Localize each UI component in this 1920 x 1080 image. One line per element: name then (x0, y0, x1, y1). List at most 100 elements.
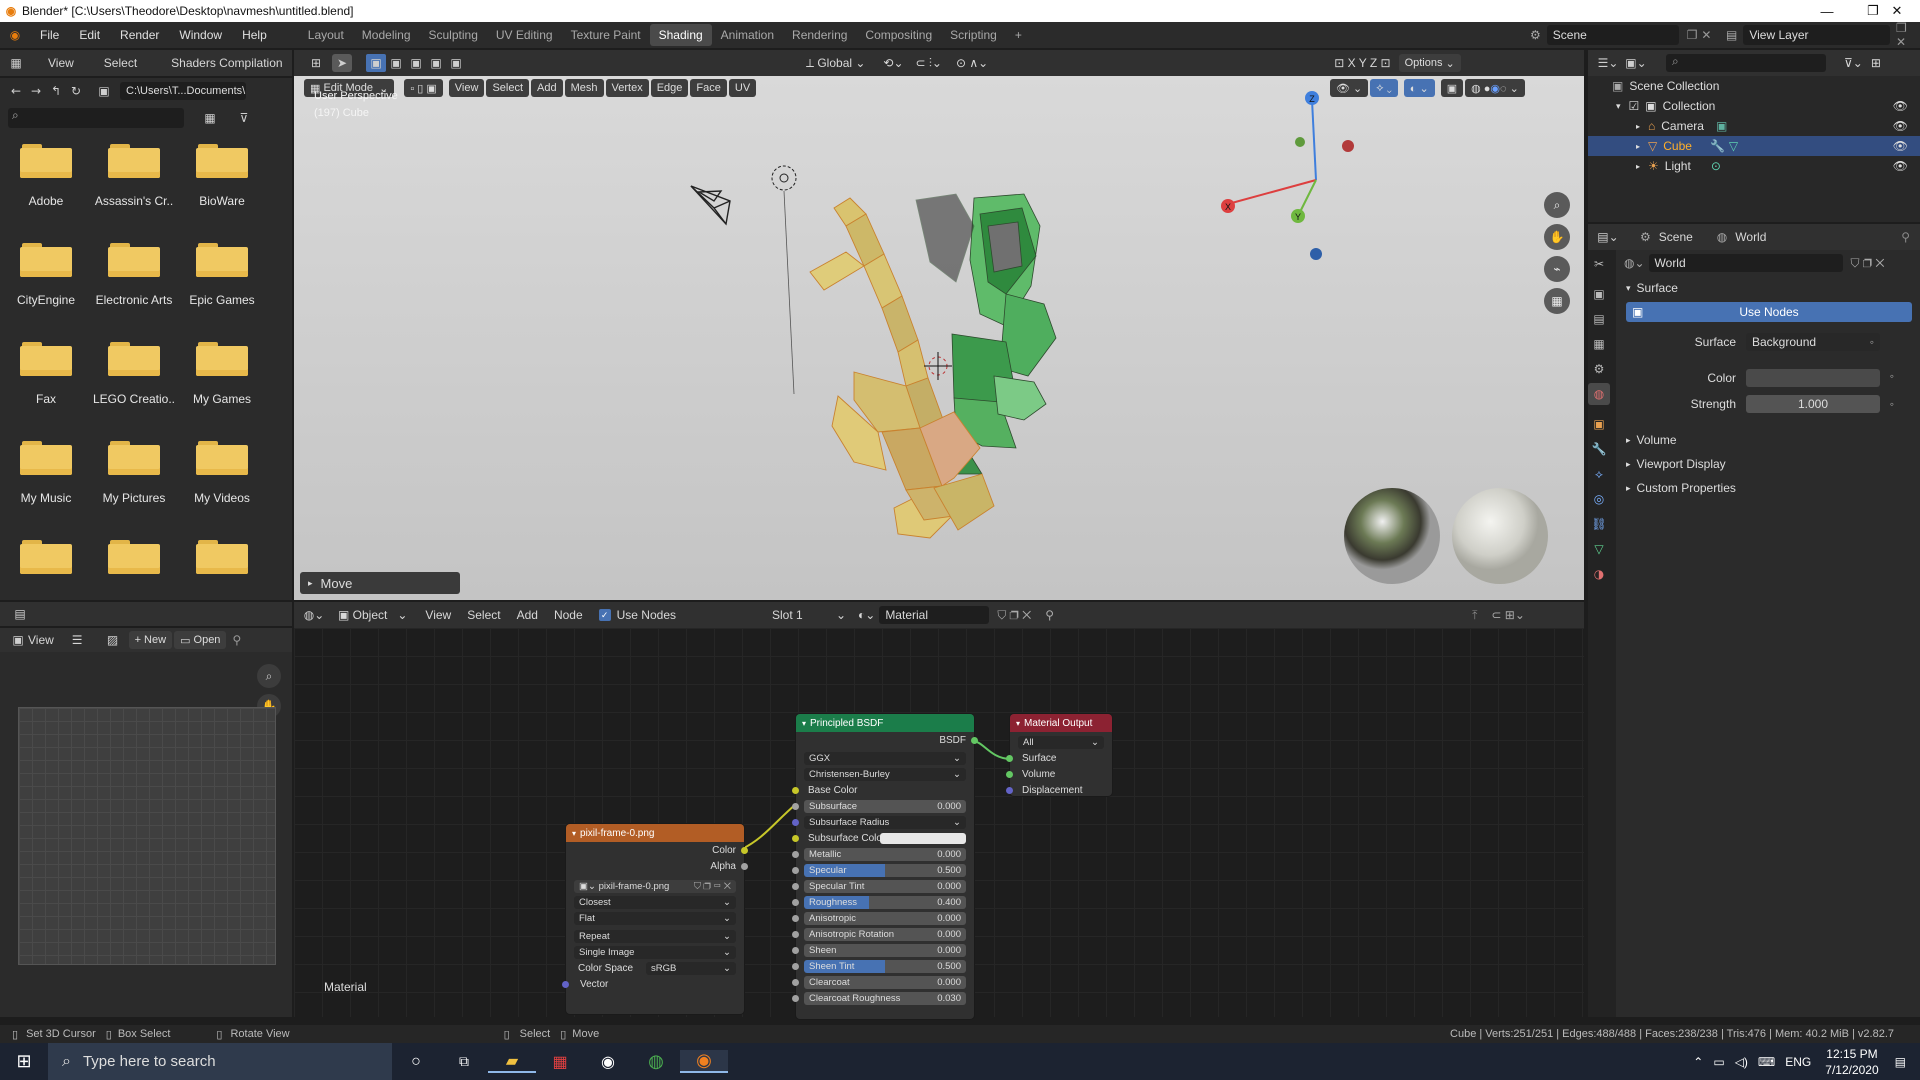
network-icon[interactable]: ▭ (1713, 1055, 1724, 1069)
editor-type-icon[interactable]: ☰⌄ (1598, 54, 1619, 72)
menu-edit[interactable]: Edit (69, 28, 110, 42)
parent-dir-icon[interactable]: ↰ (46, 82, 66, 100)
folder-item[interactable]: My Pictures (90, 429, 178, 528)
socket-base-color[interactable] (792, 786, 799, 794)
folder-item[interactable]: CityEngine (2, 231, 90, 330)
value-slider[interactable]: Subsurface 0.000 (804, 799, 966, 813)
filebrowser-search[interactable]: ⌕ (8, 108, 184, 128)
image-selector[interactable]: ▣⌄ pixil-frame-0.png ⛉ ❐ ▭ ✕ (566, 878, 744, 894)
modifier-tab-icon[interactable]: 🔧 (1588, 438, 1610, 460)
snap-icon[interactable]: ⊂ ⫶⌄ (916, 56, 942, 71)
node-header[interactable]: ▾ pixil-frame-0.png (566, 824, 744, 842)
outliner-collection[interactable]: ▾ ☑ ▣ Collection 👁 (1588, 96, 1920, 116)
particles-tab-icon[interactable]: ⟡ (1588, 463, 1610, 485)
use-nodes-toggle[interactable]: ✓ Use Nodes (598, 608, 676, 622)
expand-arrow-icon[interactable]: ▸ (1636, 122, 1640, 131)
material-output-node[interactable]: ▾ Material Output All ⌄ Surface Volume Dis… (1006, 714, 1112, 796)
folder-item[interactable]: Electronic Arts (90, 231, 178, 330)
last-operator-panel[interactable]: ▸ Move (300, 572, 460, 594)
pan-hand-icon[interactable]: ✋ (1544, 224, 1570, 250)
menu-file[interactable]: File (30, 28, 69, 42)
folder-item[interactable]: My Games (178, 330, 266, 429)
imageeditor-canvas[interactable]: ⌕ ✋ (0, 652, 292, 1017)
refresh-icon[interactable]: ↻ (66, 82, 86, 100)
new-collection-icon[interactable]: ⊞ (1871, 56, 1881, 70)
tab-modeling[interactable]: Modeling (353, 24, 420, 46)
socket-volume[interactable] (1006, 770, 1013, 778)
socket[interactable] (792, 850, 799, 858)
mirror-icons[interactable]: ⊡ X Y Z ⊡ (1334, 56, 1390, 70)
forward-icon[interactable]: → (26, 82, 46, 100)
world-actions-icons[interactable]: ⛉ ❐ ✕ (1851, 256, 1885, 271)
pin-icon[interactable]: ⚲ (1045, 608, 1054, 622)
value-slider[interactable]: Specular Tint 0.000 (804, 879, 966, 893)
value-slider[interactable]: Sheen 0.000 (804, 943, 966, 957)
socket[interactable] (792, 866, 799, 874)
tab-animation[interactable]: Animation (712, 24, 783, 46)
output-tab-icon[interactable]: ▤ (1588, 308, 1610, 330)
data-tab-icon[interactable]: ▽ (1588, 538, 1610, 560)
zoom-icon[interactable]: ⌕ (1544, 192, 1570, 218)
node-menu-add[interactable]: Add (517, 608, 538, 622)
use-nodes-button[interactable]: ▣ Use Nodes (1626, 302, 1912, 322)
taskbar-search[interactable]: ⌕ Type here to search (48, 1043, 392, 1080)
select-mode-invert-icon[interactable]: ▣ (426, 54, 446, 72)
value-slider[interactable]: Sheen Tint 0.500 (804, 959, 966, 973)
target-dropdown[interactable]: All ⌄ (1010, 734, 1112, 750)
folder-item[interactable]: My Videos (178, 429, 266, 528)
socket-vector[interactable] (562, 980, 569, 988)
task-view-icon[interactable]: ⧉ (440, 1053, 488, 1070)
menu-icon[interactable]: ☰ (72, 633, 83, 647)
visibility-eye-icon[interactable]: 👁 (1893, 159, 1908, 173)
node-header[interactable]: ▾ Principled BSDF (796, 714, 974, 732)
shader-type-selector[interactable]: ▣ Object ⌄ (338, 608, 407, 622)
display-mode-icon[interactable]: ▦ (200, 109, 220, 127)
socket-bsdf[interactable] (971, 736, 978, 744)
node-menu-select[interactable]: Select (467, 608, 500, 622)
surface-shader-selector[interactable]: Background ◦ (1746, 333, 1880, 351)
value-slider[interactable]: Anisotropic Rotation 0.000 (804, 927, 966, 941)
outliner-scene-collection[interactable]: ▣ Scene Collection (1588, 76, 1920, 96)
constraints-tab-icon[interactable]: ⛓ (1588, 513, 1610, 535)
language-indicator[interactable]: ENG (1785, 1055, 1811, 1069)
tab-scripting[interactable]: Scripting (941, 24, 1006, 46)
editor-type-icon[interactable]: ▤⌄ (1597, 228, 1618, 246)
filter-icon[interactable]: ⊽ (234, 109, 254, 127)
clock[interactable]: 12:15 PM 7/12/2020 (1825, 1046, 1878, 1078)
tab-rendering[interactable]: Rendering (783, 24, 856, 46)
expand-arrow-icon[interactable]: ▸ (1636, 142, 1640, 151)
navigation-gizmo[interactable]: Z X Y (1221, 91, 1354, 260)
menu-render[interactable]: Render (110, 28, 169, 42)
scene-selector[interactable]: ⚙ Scene ❐ ✕ (1530, 24, 1711, 46)
camera-view-icon[interactable]: ⌁ (1544, 256, 1570, 282)
value-slider[interactable]: Roughness 0.400 (804, 895, 966, 909)
expand-arrow-icon[interactable]: ▾ (1616, 101, 1621, 112)
select-mode-new-icon[interactable]: ▣ (366, 54, 386, 72)
folder-item[interactable]: Assassin's Cr.. (90, 132, 178, 231)
proportional-icon[interactable]: ⊙ ∧⌄ (956, 56, 988, 70)
menu-window[interactable]: Window (169, 28, 232, 42)
socket[interactable] (792, 898, 799, 906)
collapse-icon[interactable]: ▾ (1016, 719, 1020, 728)
node-header[interactable]: ▾ Material Output (1010, 714, 1112, 732)
subsurface-method-dropdown[interactable]: Christensen-Burley ⌄ (796, 766, 974, 782)
tab-sculpting[interactable]: Sculpting (420, 24, 487, 46)
tab-layout[interactable]: Layout (299, 24, 353, 46)
value-slider[interactable]: Clearcoat 0.000 (804, 975, 966, 989)
folder-item[interactable]: Epic Games (178, 231, 266, 330)
outliner-item-camera[interactable]: ▸ ⌂ Camera ▣ 👁 (1588, 116, 1920, 136)
extension-dropdown[interactable]: Repeat ⌄ (566, 928, 744, 944)
color-swatch[interactable]: ◦ (1746, 369, 1894, 387)
editor-type-icon[interactable]: ▦ (6, 54, 26, 72)
image-texture-node[interactable]: ▾ pixil-frame-0.png Color Alpha ▣⌄ pixil-… (562, 824, 748, 1014)
socket[interactable] (792, 994, 799, 1002)
subsurface-color-swatch[interactable] (880, 832, 966, 844)
object-tab-icon[interactable]: ▣ (1588, 413, 1610, 435)
volume-panel-header[interactable]: ▸ Volume (1616, 428, 1920, 452)
unreal-engine-icon[interactable]: ◉ (584, 1052, 632, 1072)
open-image-button[interactable]: ▭ Open (174, 631, 227, 649)
image-editor-icon[interactable]: ▣ (8, 631, 28, 649)
snap-icon[interactable]: ⊂ ⊞⌄ (1491, 608, 1525, 622)
socket[interactable] (792, 914, 799, 922)
tab-uv-editing[interactable]: UV Editing (487, 24, 562, 46)
